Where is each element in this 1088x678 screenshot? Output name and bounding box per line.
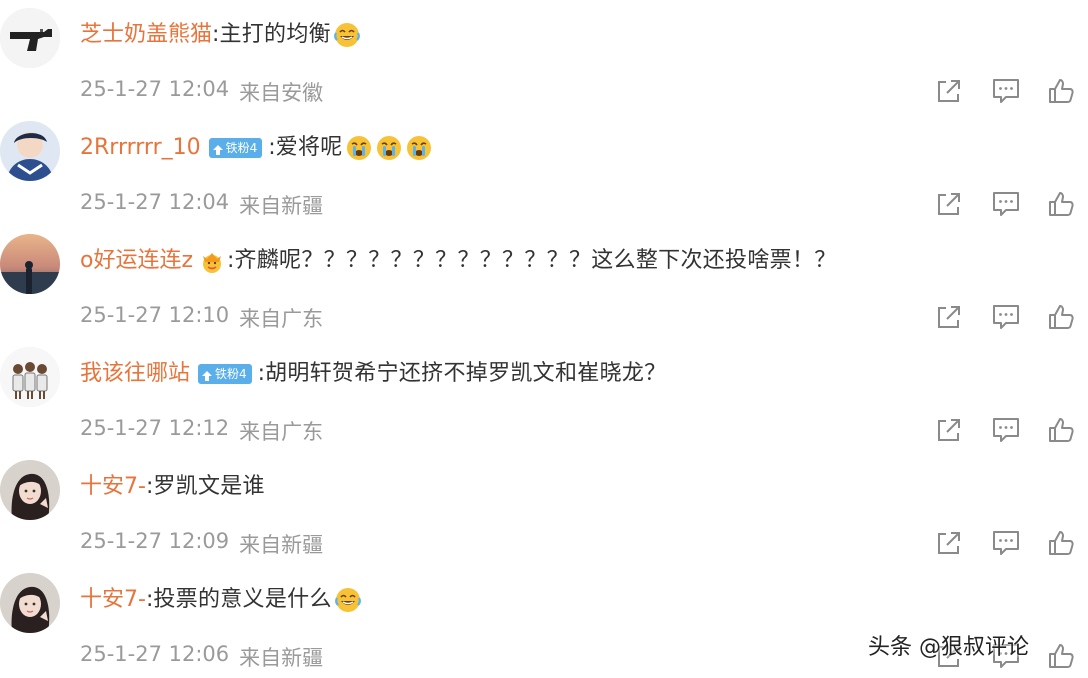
fan-badge-label: 铁粉4 [215,367,247,381]
comment-time: 25-1-27 12:04 [80,190,230,214]
crown-emoji-icon [199,248,225,274]
username-link[interactable]: o好运连连z [80,246,193,276]
like-thumb-icon[interactable] [1046,641,1076,671]
like-thumb-icon[interactable] [1046,302,1076,332]
comment-time: 25-1-27 12:06 [80,642,230,666]
fan-badge[interactable]: 铁粉4 [198,364,252,384]
laugh-cry-emoji-icon [333,21,361,49]
comment-item: 我该往哪站 铁粉4: 胡明轩贺希宁还挤不掉罗凯文和崔晓龙？ 25-1-27 12:12… [0,339,1088,451]
comment-line: 我该往哪站 铁粉4: 胡明轩贺希宁还挤不掉罗凯文和崔晓龙？ [80,359,666,389]
user-avatar[interactable] [0,8,60,68]
crying-emoji-icon [375,134,403,162]
fan-badge[interactable]: 铁粉4 [208,138,263,158]
comment-time: 25-1-27 12:12 [80,416,230,440]
colon-separator: : [268,135,276,160]
comment-location: 来自安徽 [239,81,324,105]
comment-list: 芝士奶盖熊猫: 主打的均衡 25-1-27 12:04 来自安徽 2Rrrrrrr_10… [0,0,1088,678]
comment-meta: 25-1-27 12:04 来自新疆 [80,190,323,220]
reply-comment-icon[interactable] [991,189,1021,219]
like-thumb-icon[interactable] [1046,528,1076,558]
share-icon[interactable] [934,302,964,332]
like-thumb-icon[interactable] [1046,189,1076,219]
colon-separator: : [227,248,235,273]
comment-line: o好运连连z: 齐麟呢？？？？？？？？？？？？？这么整下次还投啥票！？ [80,246,837,276]
username-link[interactable]: 十安7- [80,585,146,615]
like-thumb-icon[interactable] [1046,76,1076,106]
comment-item: 十安7-: 罗凯文是谁 25-1-27 12:09 来自新疆 [0,452,1088,564]
colon-separator: : [212,22,220,47]
username-link[interactable]: 我该往哪站 [80,359,190,389]
comment-time: 25-1-27 12:04 [80,77,230,101]
comment-text: 投票的意义是什么 [153,587,332,612]
comment-meta: 25-1-27 12:09 来自新疆 [80,529,323,559]
comment-location: 来自新疆 [239,646,324,670]
comment-time: 25-1-27 12:09 [80,529,230,553]
watermark: 头条 @狠叔评论 [868,635,1029,660]
comment-location: 来自广东 [239,420,324,444]
colon-separator: : [145,474,154,499]
reply-comment-icon[interactable] [991,528,1021,558]
fan-arrow-icon [212,142,224,155]
comment-line: 十安7-: 罗凯文是谁 [80,472,265,502]
comment-meta: 25-1-27 12:10 来自广东 [80,303,323,333]
comment-text: 齐麟呢？？？？？？？？？？？？？这么整下次还投啥票！？ [234,248,837,273]
colon-separator: : [145,587,154,612]
comment-meta: 25-1-27 12:06 来自新疆 [80,642,323,672]
comment-item: o好运连连z: 齐麟呢？？？？？？？？？？？？？这么整下次还投啥票！？ 25-1-2… [0,226,1088,338]
share-icon[interactable] [934,76,964,106]
crying-emoji-icon [405,134,433,162]
crying-emoji-icon [345,134,373,162]
comment-text: 爱将呢 [275,135,343,160]
comment-location: 来自广东 [239,307,324,331]
comment-text: 主打的均衡 [219,22,331,47]
share-icon[interactable] [934,528,964,558]
username-link[interactable]: 十安7- [80,472,146,502]
reply-comment-icon[interactable] [991,302,1021,332]
laugh-cry-emoji-icon [334,586,362,614]
user-avatar[interactable] [0,234,60,294]
user-avatar[interactable] [0,347,60,407]
share-icon[interactable] [934,415,964,445]
comment-text: 罗凯文是谁 [153,474,265,499]
comment-line: 十安7-: 投票的意义是什么 [80,585,362,615]
reply-comment-icon[interactable] [991,76,1021,106]
share-icon[interactable] [934,189,964,219]
comment-meta: 25-1-27 12:04 来自安徽 [80,77,323,107]
colon-separator: : [257,361,266,386]
username-link[interactable]: 芝士奶盖熊猫 [80,20,212,50]
fan-badge-label: 铁粉4 [225,141,258,155]
comment-time: 25-1-27 12:10 [80,303,230,327]
comment-item: 芝士奶盖熊猫: 主打的均衡 25-1-27 12:04 来自安徽 [0,0,1088,112]
user-avatar[interactable] [0,121,60,181]
fan-arrow-icon [201,368,213,381]
reply-comment-icon[interactable] [991,415,1021,445]
user-avatar[interactable] [0,573,60,633]
username-link[interactable]: 2Rrrrrrr_10 [80,133,201,163]
comment-location: 来自新疆 [239,533,324,557]
user-avatar[interactable] [0,460,60,520]
comment-location: 来自新疆 [239,194,324,218]
like-thumb-icon[interactable] [1046,415,1076,445]
comment-text: 胡明轩贺希宁还挤不掉罗凯文和崔晓龙？ [265,361,667,386]
comment-item: 2Rrrrrrr_10 铁粉4: 爱将呢 25-1-27 12:04 来自新疆 [0,113,1088,225]
comment-meta: 25-1-27 12:12 来自广东 [80,416,323,446]
comment-line: 2Rrrrrrr_10 铁粉4: 爱将呢 [80,133,433,163]
comment-line: 芝士奶盖熊猫: 主打的均衡 [80,20,361,50]
